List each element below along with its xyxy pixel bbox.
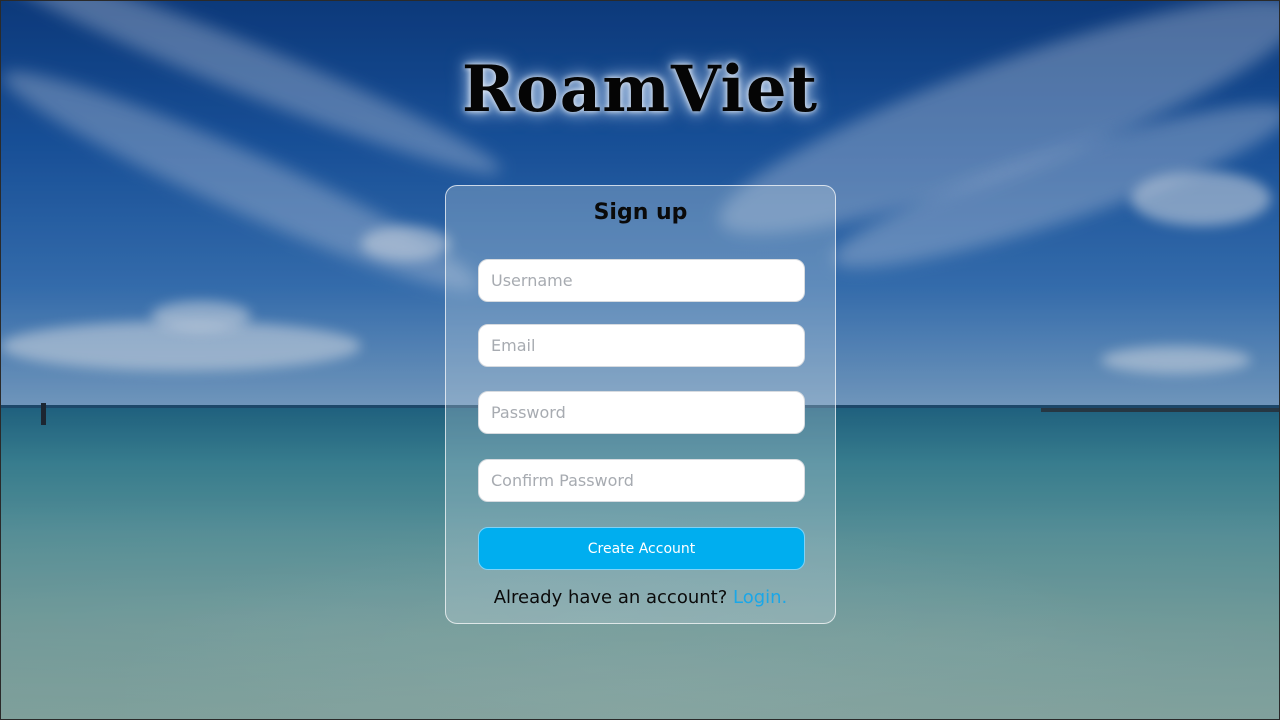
signup-card: Sign up Create Account Already have an a… bbox=[445, 185, 836, 624]
app-logo: RoamViet bbox=[461, 52, 819, 127]
confirm-password-input[interactable] bbox=[478, 459, 805, 502]
login-link[interactable]: Login. bbox=[733, 587, 787, 608]
password-input[interactable] bbox=[478, 391, 805, 434]
email-input[interactable] bbox=[478, 324, 805, 367]
username-input[interactable] bbox=[478, 259, 805, 302]
login-prompt: Already have an account? Login. bbox=[446, 587, 835, 608]
signup-title: Sign up bbox=[593, 200, 688, 225]
create-account-button[interactable]: Create Account bbox=[478, 527, 805, 570]
login-prompt-text: Already have an account? bbox=[493, 587, 728, 608]
